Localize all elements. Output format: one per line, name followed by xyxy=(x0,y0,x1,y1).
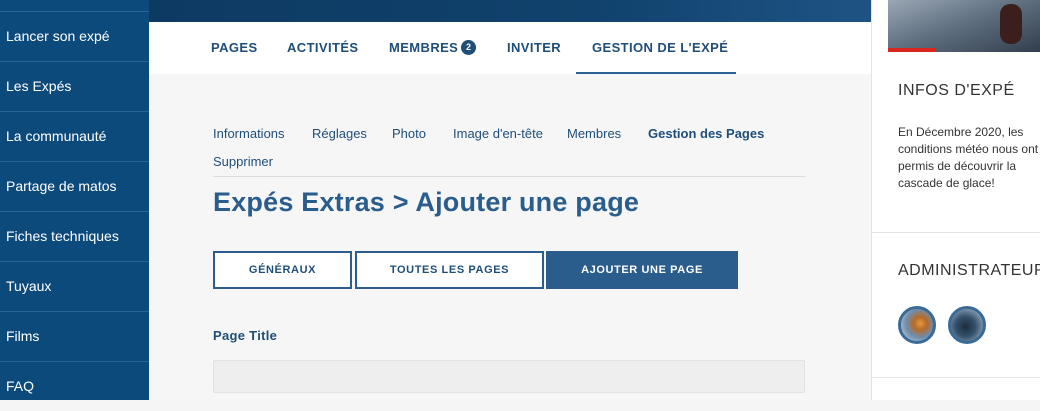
tab-pages[interactable]: PAGES xyxy=(211,22,258,74)
sidebar-item-fiches-techniques[interactable]: Fiches techniques xyxy=(0,211,149,260)
sidebar-item-label: FAQ xyxy=(6,378,35,394)
sidebar-item-lancer-son-expe[interactable]: Lancer son expé xyxy=(0,11,149,60)
members-count-badge: 2 xyxy=(461,40,477,56)
generaux-button[interactable]: GÉNÉRAUX xyxy=(213,251,352,289)
header-banner-image xyxy=(149,0,885,22)
sidebar-item-films[interactable]: Films xyxy=(0,311,149,360)
page-title: Expés Extras > Ajouter une page xyxy=(213,187,640,217)
ajouter-une-page-button[interactable]: AJOUTER UNE PAGE xyxy=(546,251,738,289)
subnav-supprimer[interactable]: Supprimer xyxy=(213,154,273,169)
subnav-reglages[interactable]: Réglages xyxy=(312,126,367,141)
right-panel-divider xyxy=(872,377,1040,378)
toutes-les-pages-button[interactable]: TOUTES LES PAGES xyxy=(355,251,544,289)
photo-accent-bar xyxy=(888,48,936,52)
infos-expe-heading: INFOS D'EXPÉ xyxy=(898,82,1015,99)
subnav-gestion-des-pages[interactable]: Gestion des Pages xyxy=(648,126,764,141)
subnav-image-en-tete[interactable]: Image d'en-tête xyxy=(453,126,543,141)
right-panel: INFOS D'EXPÉ En Décembre 2020, les condi… xyxy=(872,0,1040,400)
main-content: PAGES ACTIVITÉS MEMBRES 2 INVITER GESTION… xyxy=(149,22,871,400)
tab-activites[interactable]: ACTIVITÉS xyxy=(287,22,359,74)
sidebar-item-label: Tuyaux xyxy=(6,278,52,294)
sidebar-item-label: La communauté xyxy=(6,128,107,144)
sidebar-item-label: Films xyxy=(6,328,40,344)
expedition-photo[interactable] xyxy=(888,0,1040,52)
sidebar-item-tuyaux[interactable]: Tuyaux xyxy=(0,261,149,310)
admin-avatar[interactable] xyxy=(948,306,986,344)
sidebar-item-la-communaute[interactable]: La communauté xyxy=(0,111,149,160)
sidebar-item-faq[interactable]: FAQ xyxy=(0,361,149,410)
right-panel-divider xyxy=(872,232,1040,233)
page-title-label: Page Title xyxy=(213,328,278,343)
tab-gestion-de-l-expe[interactable]: GESTION DE L'EXPÉ xyxy=(592,22,728,74)
sidebar-item-les-expes[interactable]: Les Expés xyxy=(0,61,149,110)
sidebar-item-label: Lancer son expé xyxy=(6,28,110,44)
sidebar-item-partage-de-matos[interactable]: Partage de matos xyxy=(0,161,149,210)
subnav-photo[interactable]: Photo xyxy=(392,126,426,141)
subnav-membres[interactable]: Membres xyxy=(567,126,621,141)
page-title-input[interactable] xyxy=(213,360,805,393)
active-tab-indicator xyxy=(576,72,736,74)
sidebar-item-label: Fiches techniques xyxy=(6,228,119,244)
tab-membres-label: MEMBRES xyxy=(389,40,459,55)
climber-figure xyxy=(1000,4,1022,44)
infos-expe-text: En Décembre 2020, les conditions météo n… xyxy=(898,125,1039,190)
sidebar-item-label: Les Expés xyxy=(6,78,72,94)
sidebar-nav: Lancer son expé Les Expés La communauté … xyxy=(0,0,149,400)
admin-avatar[interactable] xyxy=(898,306,936,344)
tab-membres[interactable]: MEMBRES 2 xyxy=(389,22,477,74)
sidebar-item-label: Partage de matos xyxy=(6,178,117,194)
subnav-informations[interactable]: Informations xyxy=(213,126,285,141)
tab-inviter[interactable]: INVITER xyxy=(507,22,561,74)
subnav-divider xyxy=(213,176,805,177)
administrateurs-heading: ADMINISTRATEURS xyxy=(898,262,1040,279)
expedition-tabbar: PAGES ACTIVITÉS MEMBRES 2 INVITER GESTION… xyxy=(149,22,871,74)
